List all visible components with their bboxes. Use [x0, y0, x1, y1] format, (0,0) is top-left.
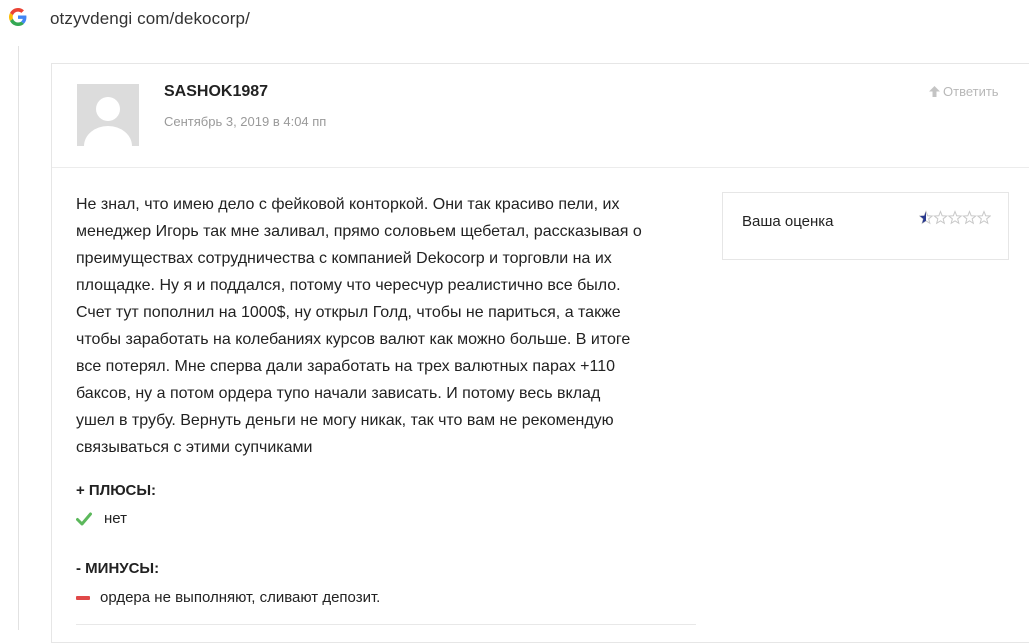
pros-title: + ПЛЮСЫ: [76, 482, 157, 499]
user-silhouette-icon [77, 84, 139, 146]
cons-text: ордера не выполняют, сливают депозит. [100, 589, 381, 606]
rating-stars [919, 210, 991, 225]
comment-body: Не знал, что имею дело с фейковой контор… [76, 191, 706, 461]
comment-line: Счет тут пополнил на 1000$, ну открыл Го… [76, 304, 621, 321]
minus-icon [76, 595, 90, 600]
comment-line: площадке. Ну я и поддался, потому что че… [76, 277, 621, 294]
google-g-icon [9, 8, 27, 26]
comment-line: преимуществах сотрудничества с компанией… [76, 250, 612, 267]
check-icon [76, 512, 92, 525]
divider [76, 624, 696, 625]
pros-text: нет [104, 510, 127, 527]
star-icon[interactable] [947, 210, 963, 225]
reply-button[interactable]: Ответить [928, 84, 999, 99]
comment-line: чтобы заработать на колебаниях курсов ва… [76, 331, 631, 348]
comment-line: ушел в трубу. Вернуть деньги не могу ник… [76, 412, 614, 429]
comment-line: Не знал, что имею дело с фейковой контор… [76, 196, 620, 213]
comment-line: связываться с этими супчиками [76, 439, 313, 456]
cons-item: ордера не выполняют, сливают депозит. [76, 589, 380, 606]
comment-line: баксов, ну а потом ордера тупо начали за… [76, 385, 601, 402]
comment-header: SASHOK1987 Сентябрь 3, 2019 в 4:04 пп От… [52, 64, 1029, 168]
comment-card: SASHOK1987 Сентябрь 3, 2019 в 4:04 пп От… [51, 63, 1029, 643]
comment-date[interactable]: Сентябрь 3, 2019 в 4:04 пп [164, 114, 326, 129]
arrow-up-icon [929, 86, 940, 97]
cons-title: - МИНУСЫ: [76, 560, 160, 577]
reply-label: Ответить [943, 84, 999, 99]
author-name[interactable]: SASHOK1987 [164, 83, 268, 101]
url-text[interactable]: otzyvdengi com/dekocorp/ [50, 9, 250, 29]
rating-label: Ваша оценка [742, 213, 834, 230]
comment-line: менеджер Игорь так мне заливал, прямо со… [76, 223, 642, 240]
comment-line: все потерял. Мне сперва дали заработать … [76, 358, 616, 375]
rating-box: Ваша оценка [722, 192, 1009, 260]
star-icon[interactable] [976, 210, 991, 225]
pros-item: нет [76, 510, 127, 527]
thread-line [18, 46, 19, 630]
star-icon[interactable] [962, 210, 977, 225]
address-bar: otzyvdengi com/dekocorp/ [0, 0, 1029, 40]
avatar [77, 84, 139, 146]
star-icon[interactable] [933, 210, 948, 225]
